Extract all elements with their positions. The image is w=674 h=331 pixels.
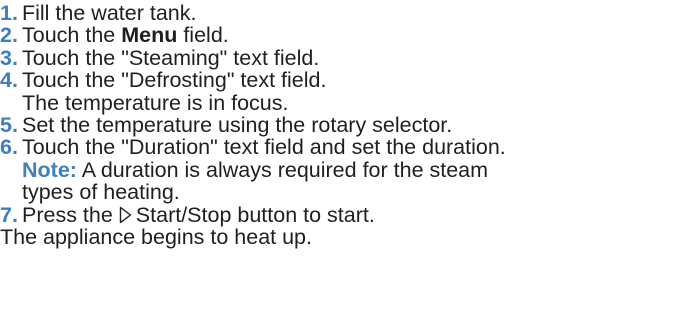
start-stop-icon xyxy=(119,206,132,224)
step-number: 3. xyxy=(0,45,18,70)
step-text: Set the temperature using the rotary sel… xyxy=(22,113,453,138)
step-number: 7. xyxy=(0,202,18,227)
step-6: 6. Touch the "Duration" text field and s… xyxy=(0,135,674,160)
step-text: Touch the "Duration" text field and set … xyxy=(22,135,506,160)
step-text: Touch the "Steaming" text field. xyxy=(22,45,320,70)
step-number: 5. xyxy=(0,113,18,138)
step-text: Touch the Menu field. xyxy=(22,24,674,46)
step-number: 4. xyxy=(0,68,18,93)
step-7: 7. Press the Start/Stop button to start. xyxy=(0,202,674,227)
step-text-before: Touch the xyxy=(22,23,122,48)
step-4-subtext: The temperature is in focus. xyxy=(22,90,289,115)
step-text: Fill the water tank. xyxy=(22,1,197,25)
menu-field-name: Menu xyxy=(121,23,178,48)
step-5: 5. Set the temperature using the rotary … xyxy=(0,113,674,138)
step-text: Touch the "Defrosting" text field. xyxy=(22,68,327,93)
result-text: The appliance begins to heat up. xyxy=(0,225,312,250)
step-text: Press the Start/Stop button to start. xyxy=(22,202,674,227)
note-label: Note: xyxy=(22,157,77,182)
note: Note: A duration is always required for … xyxy=(0,159,674,181)
step-text-after: Start/Stop button to start. xyxy=(135,202,375,227)
step-text-after: field. xyxy=(177,23,229,48)
note-text-line-2: types of heating. xyxy=(22,180,180,205)
step-text-before: Press the xyxy=(22,202,119,227)
step-number: 6. xyxy=(0,135,18,160)
step-1: 1. Fill the water tank. xyxy=(0,1,674,25)
step-number: 2. xyxy=(0,23,18,48)
instruction-document: 1. Fill the water tank. 2. Touch the Men… xyxy=(0,0,674,250)
step-2: 2. Touch the Menu field. xyxy=(0,23,674,48)
note-text-line-1: A duration is always required for the st… xyxy=(76,157,489,182)
step-3: 3. Touch the "Steaming" text field. xyxy=(0,45,674,70)
step-4: 4. Touch the "Defrosting" text field. xyxy=(0,68,674,93)
step-number: 1. xyxy=(0,1,18,25)
